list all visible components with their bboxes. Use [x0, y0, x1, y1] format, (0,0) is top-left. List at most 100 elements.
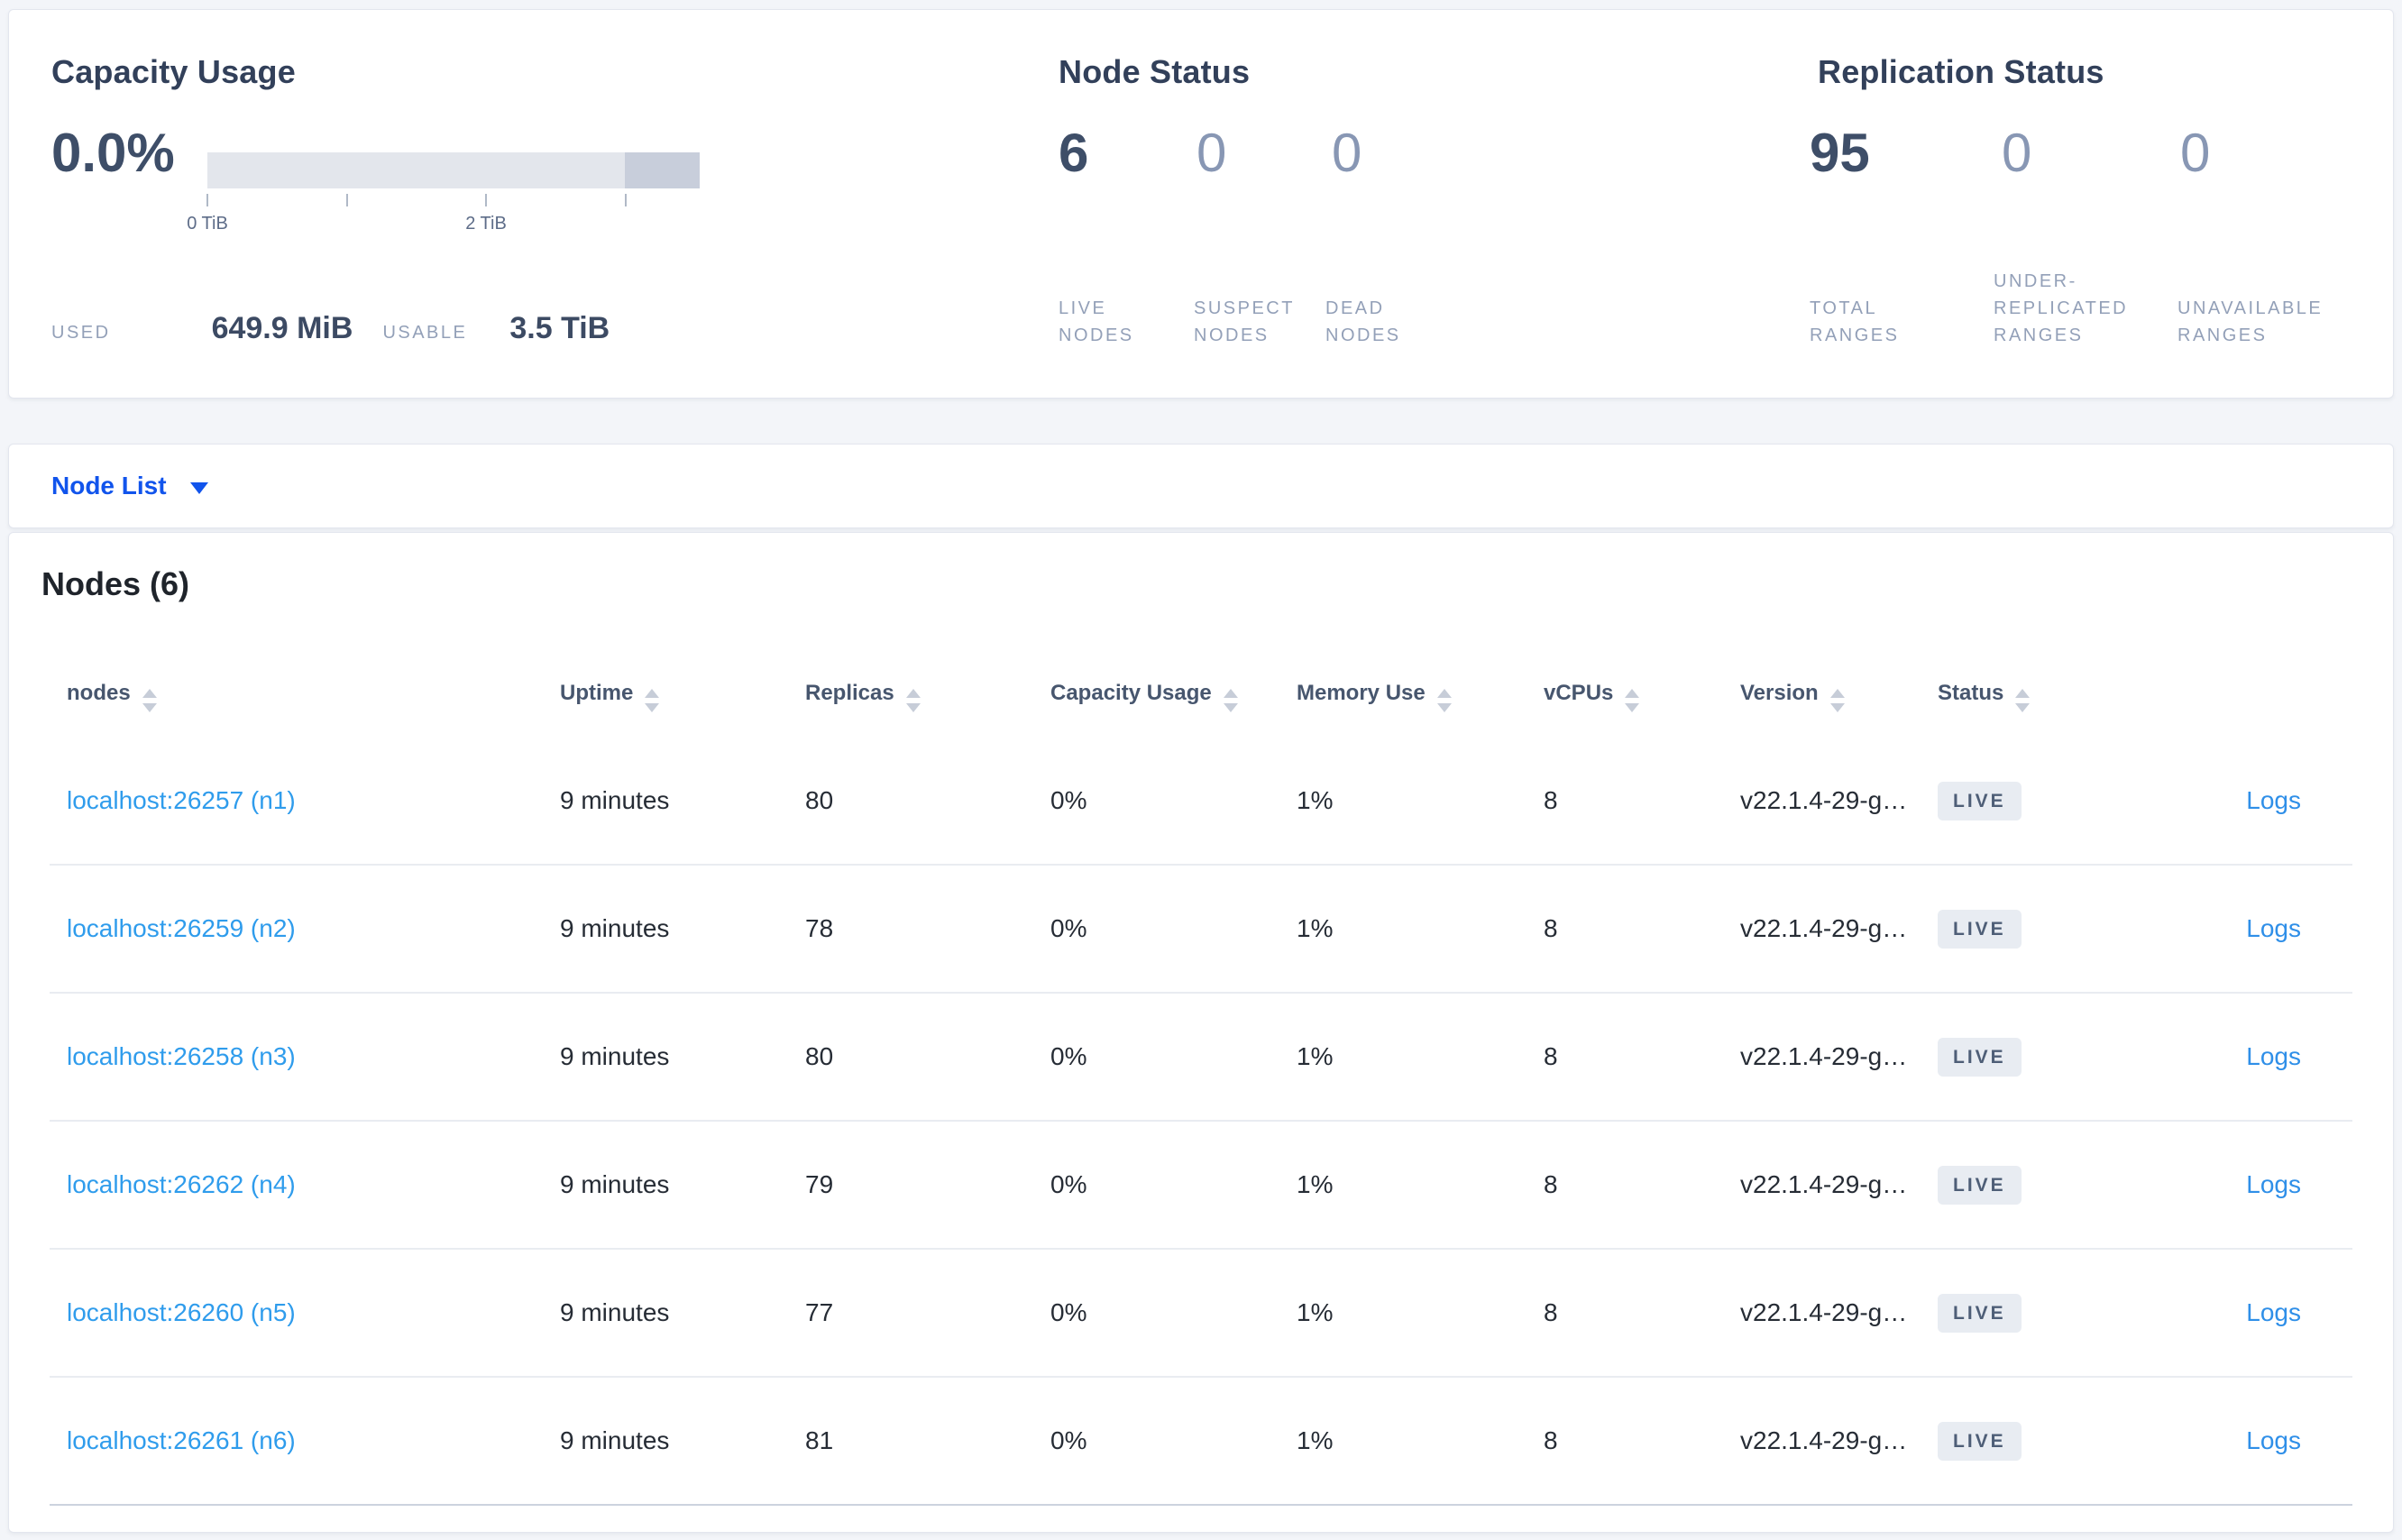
memory-cell: 1%	[1297, 1042, 1334, 1070]
capacity-usage-title: Capacity Usage	[51, 53, 296, 90]
status-badge: LIVE	[1938, 781, 2022, 820]
total-ranges-label: TOTAL RANGES	[1810, 298, 1900, 345]
sort-icon	[1829, 688, 1845, 712]
cluster-summary-card: Capacity Usage 0.0% 0 TiB 2 TiB USED 649…	[8, 9, 2394, 399]
capacity-axis-tick	[206, 194, 208, 206]
memory-cell: 1%	[1297, 786, 1334, 814]
table-row: localhost:26259 (n2) 9 minutes 78 0% 1% …	[50, 864, 2352, 992]
column-header-replicas[interactable]: Replicas	[788, 680, 1033, 712]
replicas-cell: 77	[805, 1298, 834, 1326]
logs-link[interactable]: Logs	[2246, 1426, 2301, 1454]
table-body: localhost:26257 (n1) 9 minutes 80 0% 1% …	[50, 738, 2352, 1506]
node-list-dropdown-label: Node List	[51, 472, 167, 500]
capacity-cell: 0%	[1050, 1042, 1087, 1070]
capacity-cell: 0%	[1050, 1298, 1087, 1326]
capacity-cell: 0%	[1050, 1426, 1087, 1454]
unavailable-label: UNAVAILABLE RANGES	[2177, 298, 2324, 345]
under-replicated-label: UNDER- REPLICATED RANGES	[1994, 271, 2129, 345]
column-header-uptime[interactable]: Uptime	[543, 680, 788, 712]
version-cell: v22.1.4-29-g…	[1740, 1426, 1908, 1454]
memory-cell: 1%	[1297, 1170, 1334, 1198]
column-header-capacity-usage[interactable]: Capacity Usage	[1033, 680, 1279, 712]
nodes-table: nodes Uptime Replicas Capacity Usage Mem…	[50, 655, 2352, 1506]
capacity-axis-tick	[485, 194, 487, 206]
version-cell: v22.1.4-29-g…	[1740, 914, 1908, 942]
usable-value: 3.5 TiB	[509, 311, 610, 345]
node-link[interactable]: localhost:26260 (n5)	[67, 1298, 296, 1326]
table-header-row: nodes Uptime Replicas Capacity Usage Mem…	[50, 655, 2352, 738]
node-link[interactable]: localhost:26262 (n4)	[67, 1170, 296, 1198]
table-row: localhost:26261 (n6) 9 minutes 81 0% 1% …	[50, 1376, 2352, 1504]
node-link[interactable]: localhost:26259 (n2)	[67, 914, 296, 942]
vcpus-cell: 8	[1544, 1170, 1558, 1198]
unavailable-count: 0	[2180, 123, 2211, 183]
memory-cell: 1%	[1297, 1298, 1334, 1326]
replication-status-title: Replication Status	[1818, 53, 2104, 90]
dead-nodes-label: DEAD NODES	[1325, 298, 1401, 345]
node-list-dropdown[interactable]: Node List	[51, 445, 208, 527]
column-header-nodes[interactable]: nodes	[50, 681, 543, 712]
uptime-cell: 9 minutes	[560, 914, 670, 942]
view-selector-bar: Node List	[8, 444, 2394, 528]
version-cell: v22.1.4-29-g…	[1740, 786, 1908, 814]
replicas-cell: 78	[805, 914, 834, 942]
sort-icon	[2015, 688, 2031, 712]
node-link[interactable]: localhost:26258 (n3)	[67, 1042, 296, 1070]
status-badge: LIVE	[1938, 1421, 2022, 1461]
capacity-percent: 0.0%	[51, 123, 175, 183]
sort-icon	[905, 688, 921, 712]
capacity-cell: 0%	[1050, 786, 1087, 814]
replicas-cell: 79	[805, 1170, 834, 1198]
column-header-vcpus[interactable]: vCPUs	[1526, 680, 1723, 712]
sort-icon	[1625, 688, 1640, 712]
sort-icon	[142, 688, 157, 712]
node-link[interactable]: localhost:26261 (n6)	[67, 1426, 296, 1454]
capacity-axis-tick	[625, 194, 627, 206]
usable-label: USABLE	[382, 323, 468, 343]
capacity-bar-reserved-segment	[625, 152, 700, 188]
vcpus-cell: 8	[1544, 1042, 1558, 1070]
uptime-cell: 9 minutes	[560, 1042, 670, 1070]
column-header-status[interactable]: Status	[1921, 680, 2137, 712]
suspect-nodes-count: 0	[1196, 123, 1227, 183]
memory-cell: 1%	[1297, 914, 1334, 942]
logs-link[interactable]: Logs	[2246, 914, 2301, 942]
nodes-table-card: Nodes (6) nodes Uptime Replicas Capacity…	[8, 532, 2394, 1533]
status-badge: LIVE	[1938, 1293, 2022, 1333]
used-value: 649.9 MiB	[211, 311, 353, 345]
under-replicated-count: 0	[2002, 123, 2032, 183]
logs-link[interactable]: Logs	[2246, 786, 2301, 814]
live-nodes-count: 6	[1059, 123, 1089, 183]
sort-icon	[1436, 688, 1452, 712]
column-header-memory-use[interactable]: Memory Use	[1279, 680, 1526, 712]
logs-link[interactable]: Logs	[2246, 1298, 2301, 1326]
used-label: USED	[51, 323, 111, 343]
version-cell: v22.1.4-29-g…	[1740, 1298, 1908, 1326]
node-link[interactable]: localhost:26257 (n1)	[67, 786, 296, 814]
uptime-cell: 9 minutes	[560, 1170, 670, 1198]
sort-icon	[645, 688, 660, 712]
replicas-cell: 81	[805, 1426, 834, 1454]
status-badge: LIVE	[1938, 1165, 2022, 1205]
total-ranges-count: 95	[1810, 123, 1870, 183]
logs-link[interactable]: Logs	[2246, 1170, 2301, 1198]
capacity-axis-label-2: 2 TiB	[465, 214, 507, 234]
vcpus-cell: 8	[1544, 1298, 1558, 1326]
status-badge: LIVE	[1938, 909, 2022, 949]
vcpus-cell: 8	[1544, 786, 1558, 814]
table-row: localhost:26262 (n4) 9 minutes 79 0% 1% …	[50, 1120, 2352, 1248]
table-row: localhost:26257 (n1) 9 minutes 80 0% 1% …	[50, 738, 2352, 864]
chevron-down-icon	[189, 481, 208, 494]
table-row: localhost:26258 (n3) 9 minutes 80 0% 1% …	[50, 992, 2352, 1120]
logs-link[interactable]: Logs	[2246, 1042, 2301, 1070]
table-row: localhost:26260 (n5) 9 minutes 77 0% 1% …	[50, 1248, 2352, 1376]
uptime-cell: 9 minutes	[560, 1298, 670, 1326]
capacity-axis-label-0: 0 TiB	[187, 214, 228, 234]
capacity-cell: 0%	[1050, 914, 1087, 942]
uptime-cell: 9 minutes	[560, 786, 670, 814]
capacity-axis-tick	[346, 194, 348, 206]
suspect-nodes-label: SUSPECT NODES	[1194, 298, 1295, 345]
version-cell: v22.1.4-29-g…	[1740, 1042, 1908, 1070]
capacity-used-row: USED 649.9 MiB USABLE 3.5 TiB	[51, 311, 610, 346]
column-header-version[interactable]: Version	[1723, 680, 1921, 712]
